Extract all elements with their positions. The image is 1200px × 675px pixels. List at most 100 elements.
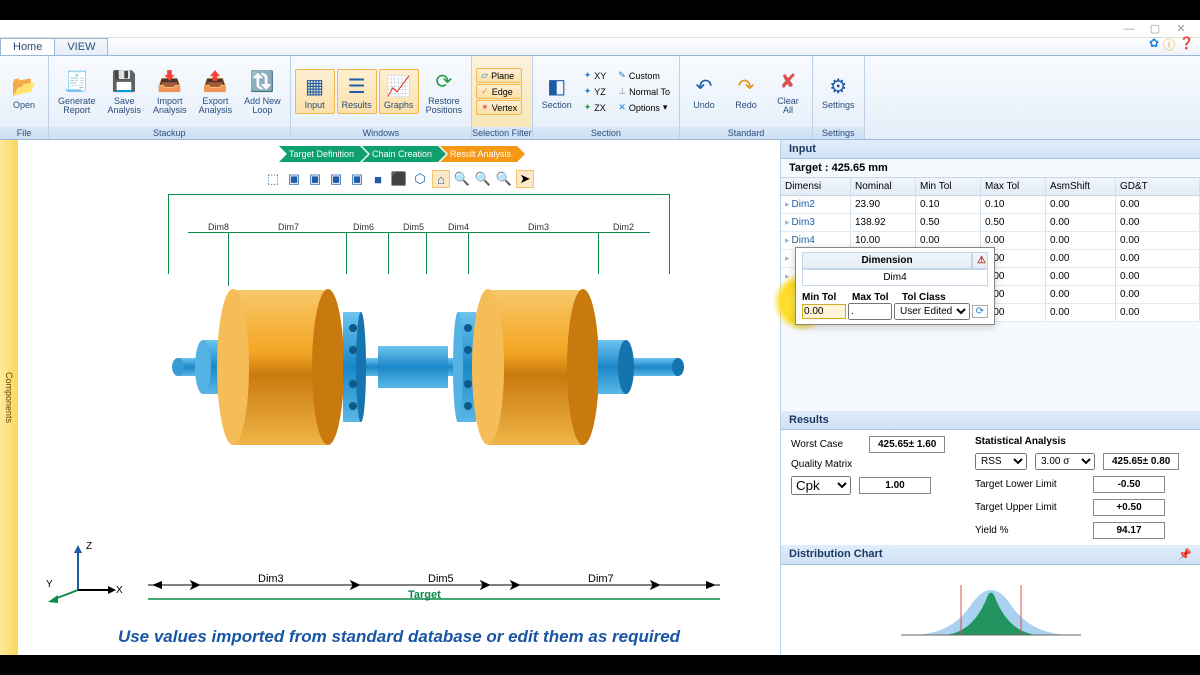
clear-all-button[interactable]: ✘Clear All	[768, 65, 808, 119]
chart-icon: 📈	[385, 72, 413, 100]
bottom-dim7: Dim7	[588, 573, 614, 585]
view-top-icon[interactable]: ■	[369, 170, 387, 188]
dim-label-8: Dim8	[208, 222, 229, 232]
open-button[interactable]: 📂 Open	[4, 69, 44, 113]
help-icon[interactable]: ❓	[1179, 36, 1194, 53]
info-icon[interactable]: ⓘ	[1163, 36, 1175, 53]
zoom-in-icon[interactable]: 🔍	[453, 170, 471, 188]
filter-plane-button[interactable]: ▱Plane	[476, 68, 522, 83]
popup-mintol-label: Min Tol	[802, 292, 850, 303]
settings-button[interactable]: ⚙Settings	[817, 69, 860, 113]
tll-label: Target Lower Limit	[975, 479, 1085, 490]
tul-value: +0.50	[1093, 499, 1165, 516]
quality-type-select[interactable]: Cpk	[791, 476, 851, 495]
vertex-icon: ✶	[481, 102, 489, 113]
bc-target-definition[interactable]: Target Definition	[279, 146, 368, 162]
minimize-button[interactable]: —	[1116, 23, 1142, 35]
view-left-icon[interactable]: ▣	[327, 170, 345, 188]
popup-tolclass-label: Tol Class	[902, 292, 988, 303]
view-right-icon[interactable]: ▣	[348, 170, 366, 188]
maximize-button[interactable]: ▢	[1142, 22, 1168, 35]
report-icon: 🧾	[63, 68, 91, 96]
view-solid-icon[interactable]: ⬛	[390, 170, 408, 188]
section-custom-button[interactable]: ✎Custom	[613, 68, 675, 83]
viewport[interactable]: Target Definition Chain Creation Result …	[18, 140, 780, 655]
quality-value: 1.00	[859, 477, 931, 494]
maxtol-input[interactable]	[848, 303, 892, 320]
dist-chart-header: Distribution Chart📌	[781, 545, 1200, 565]
target-dimension-bar: Dim3 Dim5 Dim7 Target ➤ ➤ ➤ ➤ ➤	[148, 573, 720, 613]
undo-icon: ↶	[690, 72, 718, 100]
pin-icon[interactable]: 📌	[1178, 548, 1192, 561]
zoom-out-icon[interactable]: 🔍	[474, 170, 492, 188]
redo-button[interactable]: ↷Redo	[726, 69, 766, 113]
stat-analysis-label: Statistical Analysis	[975, 436, 1190, 447]
stat-method-select[interactable]: RSS	[975, 453, 1027, 470]
dim-label-3: Dim3	[528, 222, 549, 232]
bc-chain-creation[interactable]: Chain Creation	[362, 146, 446, 162]
bottom-dim3: Dim3	[258, 573, 284, 585]
group-standard-label: Standard	[680, 127, 812, 139]
undo-button[interactable]: ↶Undo	[684, 69, 724, 113]
tab-view[interactable]: VIEW	[54, 38, 108, 55]
mintol-input[interactable]	[802, 304, 846, 319]
view-toolbar: ⬚ ▣ ▣ ▣ ▣ ■ ⬛ ⬡ ⌂ 🔍 🔍 🔍 ➤	[18, 168, 780, 190]
tab-home[interactable]: Home	[0, 38, 55, 55]
section-yz-button[interactable]: ✦YZ	[579, 84, 612, 99]
group-windows-label: Windows	[291, 127, 472, 139]
dimension-edit-popup[interactable]: Dimension⚠ Dim4 Min Tol Max Tol Tol Clas…	[795, 247, 995, 325]
filter-edge-button[interactable]: ✓Edge	[476, 84, 522, 99]
tll-value: -0.50	[1093, 476, 1165, 493]
section-button[interactable]: ◧Section	[537, 69, 577, 113]
dim-label-6: Dim6	[353, 222, 374, 232]
restore-positions-button[interactable]: ⟳Restore Positions	[421, 65, 468, 119]
stat-sigma-select[interactable]: 3.00 σ	[1035, 453, 1095, 470]
input-window-button[interactable]: ▦Input	[295, 69, 335, 113]
import-icon: 📥	[156, 68, 184, 96]
section-normal-button[interactable]: ⊥Normal To	[613, 84, 675, 99]
view-fit-icon[interactable]: ⌂	[432, 170, 450, 188]
side-components-tab[interactable]: Components	[0, 140, 18, 655]
group-selection-label: Selection Filter	[472, 127, 532, 139]
section-xy-button[interactable]: ✦XY	[579, 68, 612, 83]
generate-report-button[interactable]: 🧾Generate Report	[53, 65, 101, 119]
zoom-area-icon[interactable]: 🔍	[495, 170, 513, 188]
yield-value: 94.17	[1093, 522, 1165, 539]
model-area[interactable]: Dim8 Dim7 Dim6 Dim5 Dim4 Dim3 Dim2	[18, 190, 780, 655]
clear-icon: ✘	[774, 68, 802, 96]
tolclass-select[interactable]: User Edited	[894, 303, 970, 320]
app-window: — ▢ ✕ Home VIEW ✿ ⓘ ❓ 📂 Open File 🧾Gener…	[0, 20, 1200, 655]
grid-row[interactable]: ▸Dim3138.920.500.500.000.00	[781, 214, 1200, 232]
worst-case-label: Worst Case	[791, 439, 861, 450]
view-iso-icon[interactable]: ⬚	[264, 170, 282, 188]
bottom-dim5: Dim5	[428, 573, 454, 585]
results-window-button[interactable]: ☰Results	[337, 69, 377, 113]
export-icon: 📤	[201, 68, 229, 96]
import-analysis-button[interactable]: 📥Import Analysis	[148, 65, 192, 119]
close-button[interactable]: ✕	[1168, 22, 1194, 35]
axis-icon: ✦	[584, 70, 592, 81]
filter-vertex-button[interactable]: ✶Vertex	[476, 100, 522, 115]
section-options-button[interactable]: ✕Options ▾	[613, 100, 675, 115]
export-analysis-button[interactable]: 📤Export Analysis	[194, 65, 238, 119]
view-back-icon[interactable]: ▣	[306, 170, 324, 188]
bc-result-analysis[interactable]: Result Analysis	[440, 146, 525, 162]
grid-row[interactable]: ▸Dim223.900.100.100.000.00	[781, 196, 1200, 214]
normal-icon: ⊥	[618, 86, 626, 97]
grid-icon: ▦	[301, 72, 329, 100]
popup-refresh-icon[interactable]: ⟳	[972, 305, 988, 318]
refresh-icon: ⟳	[430, 68, 458, 96]
dimension-grid: Dimensi Nominal Min Tol Max Tol AsmShift…	[781, 177, 1200, 322]
section-zx-button[interactable]: ✦ZX	[579, 100, 612, 115]
group-settings-label: Settings	[813, 127, 864, 139]
dim-label-4: Dim4	[448, 222, 469, 232]
save-analysis-button[interactable]: 💾Save Analysis	[103, 65, 147, 119]
view-front-icon[interactable]: ▣	[285, 170, 303, 188]
yield-label: Yield %	[975, 525, 1085, 536]
view-wire-icon[interactable]: ⬡	[411, 170, 429, 188]
plugin-icon[interactable]: ✿	[1149, 36, 1159, 53]
save-icon: 💾	[110, 68, 138, 96]
add-loop-button[interactable]: 🔃Add New Loop	[239, 65, 286, 119]
select-arrow-icon[interactable]: ➤	[516, 170, 534, 188]
graphs-window-button[interactable]: 📈Graphs	[379, 69, 419, 113]
